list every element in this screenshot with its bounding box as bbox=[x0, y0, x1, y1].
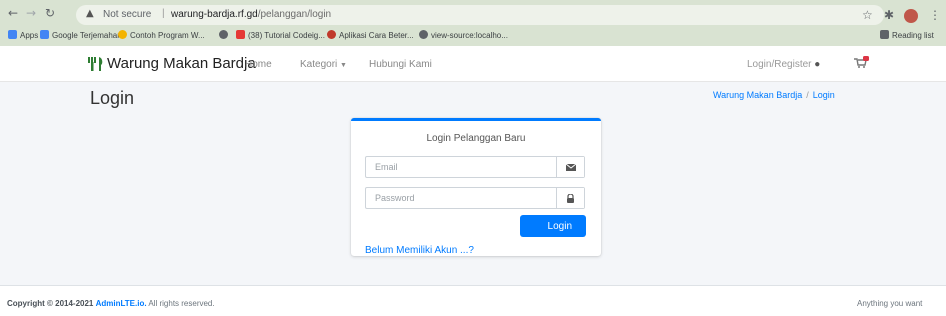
address-separator: | bbox=[162, 8, 165, 19]
copyright-suffix: All rights reserved. bbox=[148, 299, 215, 308]
folder-icon bbox=[118, 30, 127, 39]
bookmark-label: Contoh Program W... bbox=[130, 31, 205, 40]
cart-icon[interactable] bbox=[853, 56, 869, 68]
bookmark-label: Apps bbox=[20, 31, 39, 40]
top-navbar: Warung Makan Bardja Home Kategori ▼ Hubu… bbox=[0, 46, 946, 82]
lock-icon bbox=[556, 188, 584, 208]
nav-kategori-label: Kategori bbox=[300, 59, 338, 70]
nav-hubungi-kami[interactable]: Hubungi Kami bbox=[369, 59, 432, 70]
security-label: Not secure bbox=[103, 9, 152, 20]
profile-avatar[interactable] bbox=[904, 9, 918, 23]
back-arrow-icon[interactable]: ← bbox=[8, 6, 18, 20]
bookmark-label: Google Terjemahan bbox=[52, 31, 122, 40]
bookmark-google-translate[interactable]: Google Terjemahan bbox=[40, 30, 122, 40]
nav-kategori-dropdown[interactable]: Kategori ▼ bbox=[300, 59, 347, 70]
login-card-title: Login Pelanggan Baru bbox=[426, 133, 526, 144]
url-text: warung-bardja.rf.gd/pelanggan/login bbox=[171, 9, 331, 20]
bookmark-view-source[interactable]: view-source:localho... bbox=[419, 30, 508, 40]
register-link[interactable]: Belum Memiliki Akun ...? bbox=[365, 245, 474, 256]
app-icon bbox=[327, 30, 336, 39]
bookmark-star-icon[interactable]: ☆ bbox=[862, 8, 873, 22]
user-icon: ● bbox=[814, 59, 821, 70]
copyright-prefix: Copyright © 2014-2021 bbox=[7, 299, 94, 308]
login-register-link[interactable]: Login/Register ● bbox=[747, 59, 820, 70]
bookmark-aplikasi[interactable]: Aplikasi Cara Beter... bbox=[327, 30, 414, 40]
breadcrumb-separator: / bbox=[806, 90, 809, 100]
extensions-puzzle-icon[interactable]: ✱ bbox=[884, 8, 894, 22]
address-row: ← → ↻ ▲ Not secure | warung-bardja.rf.gd… bbox=[0, 4, 946, 26]
reading-list-label: Reading list bbox=[892, 31, 934, 40]
envelope-icon bbox=[556, 157, 584, 177]
password-field-group bbox=[365, 187, 585, 209]
url-host: warung-bardja.rf.gd bbox=[171, 9, 258, 20]
bookmark-label: Aplikasi Cara Beter... bbox=[339, 31, 414, 40]
warning-triangle-icon: ▲ bbox=[86, 8, 94, 19]
content-wrapper: Login Warung Makan Bardja / Login Login Pe… bbox=[0, 82, 946, 285]
bookmarks-bar: Apps Google Terjemahan Contoh Program W.… bbox=[0, 27, 946, 45]
translate-icon bbox=[40, 30, 49, 39]
fork-knife-icon bbox=[88, 57, 103, 71]
bookmark-label: (38) Tutorial Codeig... bbox=[248, 31, 325, 40]
reload-icon[interactable]: ↻ bbox=[45, 6, 55, 20]
bookmark-globe[interactable] bbox=[219, 30, 231, 40]
breadcrumb-home-link[interactable]: Warung Makan Bardja bbox=[713, 90, 802, 100]
nav-home[interactable]: Home bbox=[245, 59, 272, 70]
browser-chrome: ← → ↻ ▲ Not secure | warung-bardja.rf.gd… bbox=[0, 0, 946, 46]
apps-grid-icon bbox=[8, 30, 17, 39]
browser-menu-icon[interactable]: ⋮ bbox=[929, 8, 941, 22]
forward-arrow-icon[interactable]: → bbox=[26, 6, 36, 20]
breadcrumb: Warung Makan Bardja / Login bbox=[713, 90, 835, 100]
youtube-icon bbox=[236, 30, 245, 39]
address-bar[interactable]: ▲ Not secure | warung-bardja.rf.gd/pelan… bbox=[76, 5, 884, 25]
url-path: /pelanggan/login bbox=[257, 9, 332, 20]
login-button[interactable]: Login bbox=[520, 215, 586, 237]
login-card: Login Pelanggan Baru Login Belum Memilik… bbox=[351, 118, 601, 256]
email-input[interactable] bbox=[366, 157, 556, 177]
footer: Copyright © 2014-2021 AdminLTE.io. All r… bbox=[0, 285, 946, 316]
bookmark-tutorial-codeigniter[interactable]: (38) Tutorial Codeig... bbox=[236, 30, 325, 40]
footer-copyright: Copyright © 2014-2021 AdminLTE.io. All r… bbox=[7, 299, 215, 308]
bookmark-label: view-source:localho... bbox=[431, 31, 508, 40]
password-input[interactable] bbox=[366, 188, 556, 208]
globe-icon bbox=[419, 30, 428, 39]
globe-icon bbox=[219, 30, 228, 39]
brand-name[interactable]: Warung Makan Bardja bbox=[107, 55, 256, 72]
bookmark-apps[interactable]: Apps bbox=[8, 30, 38, 40]
bookmark-contoh-program[interactable]: Contoh Program W... bbox=[118, 30, 205, 40]
reading-list[interactable]: Reading list bbox=[880, 30, 934, 40]
page-title: Login bbox=[90, 88, 135, 108]
login-register-label: Login/Register bbox=[747, 59, 812, 70]
breadcrumb-current: Login bbox=[812, 90, 835, 100]
adminlte-link[interactable]: AdminLTE.io. bbox=[96, 299, 147, 308]
email-field-group bbox=[365, 156, 585, 178]
footer-right-text: Anything you want bbox=[857, 299, 923, 308]
caret-down-icon: ▼ bbox=[340, 62, 347, 69]
reading-list-icon bbox=[880, 30, 889, 39]
